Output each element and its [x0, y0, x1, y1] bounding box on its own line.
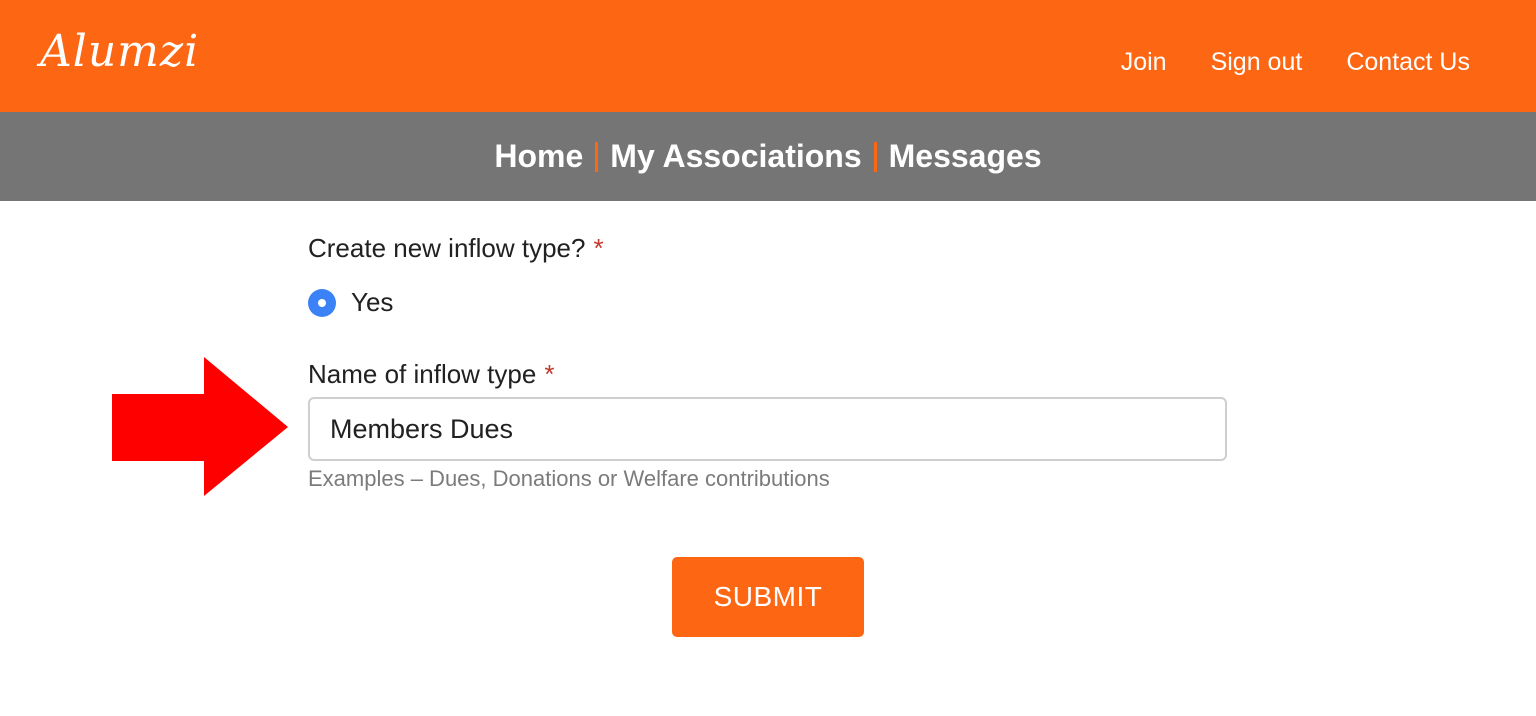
nav-my-associations[interactable]: My Associations	[610, 138, 861, 175]
inflow-name-label-row: Name of inflow type *	[308, 359, 554, 390]
contact-us-link[interactable]: Contact Us	[1346, 42, 1470, 82]
required-asterisk: *	[593, 233, 604, 263]
inflow-name-input[interactable]	[308, 397, 1227, 461]
nav-home[interactable]: Home	[494, 138, 583, 175]
secondary-nav: Home My Associations Messages	[494, 138, 1041, 175]
inflow-name-label: Name of inflow type	[308, 359, 537, 389]
submit-button[interactable]: SUBMIT	[672, 557, 864, 637]
join-link[interactable]: Join	[1121, 42, 1167, 82]
nav-divider	[595, 141, 599, 172]
logo[interactable]: Alumzi	[40, 24, 199, 80]
create-inflow-label: Create new inflow type?	[308, 233, 586, 263]
top-header: Alumzi Join Sign out Contact Us	[0, 0, 1536, 112]
radio-button-yes[interactable]	[308, 288, 336, 317]
helper-text: Examples – Dues, Donations or Welfare co…	[308, 466, 830, 491]
nav-messages[interactable]: Messages	[889, 138, 1042, 175]
top-nav: Join Sign out Contact Us	[1121, 42, 1470, 82]
radio-selected-dot	[318, 298, 326, 307]
nav-divider	[873, 141, 877, 172]
radio-yes-label[interactable]: Yes	[351, 287, 393, 318]
right-arrow-icon	[112, 357, 288, 496]
sign-out-link[interactable]: Sign out	[1211, 42, 1303, 82]
required-asterisk: *	[544, 359, 555, 389]
create-inflow-question: Create new inflow type? *	[308, 233, 604, 264]
radio-yes-option[interactable]: Yes	[308, 287, 393, 318]
secondary-nav-bar: Home My Associations Messages	[0, 112, 1536, 201]
